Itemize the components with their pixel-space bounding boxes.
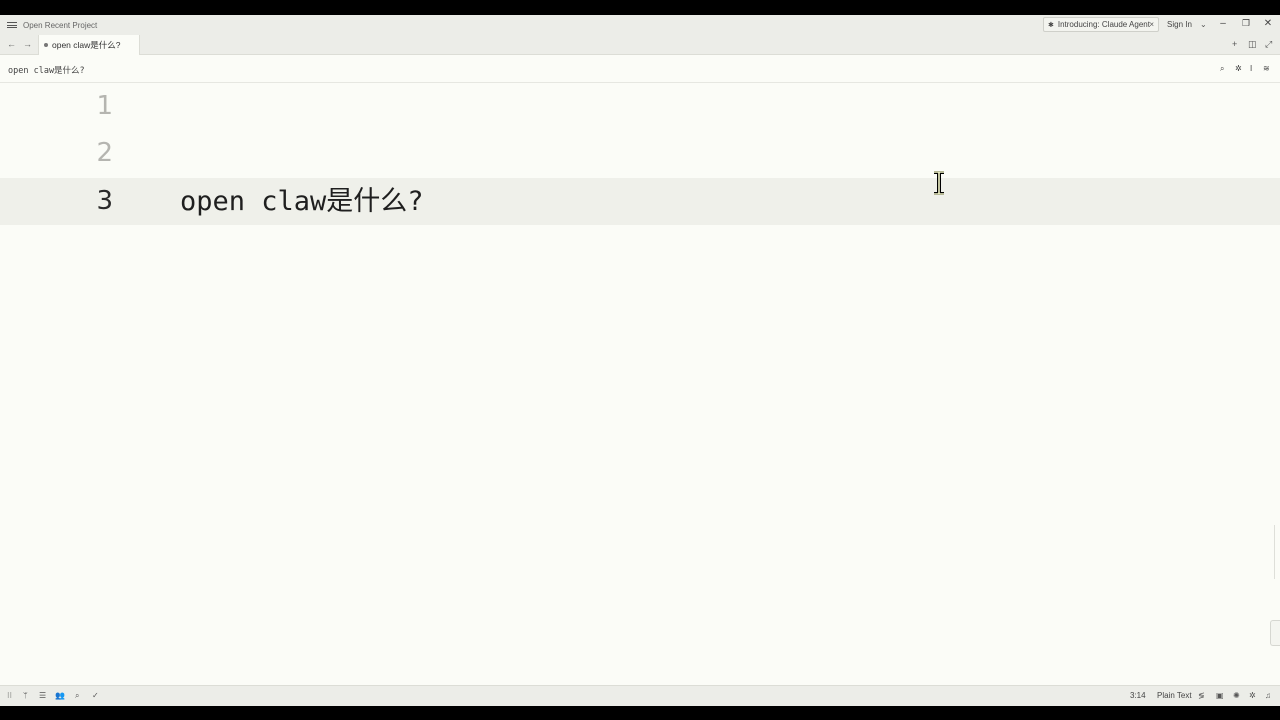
chevron-down-icon[interactable]: ⌄ [1200,20,1207,29]
debug-icon[interactable]: ✺ [1233,691,1240,700]
collaborators-icon[interactable]: 👥 [55,691,65,700]
editor-area[interactable]: 1 2 3 open claw是什么? [0,83,1280,685]
unsaved-dot-icon [44,43,48,47]
search-icon[interactable]: ⌕ [75,691,79,701]
format-icon[interactable]: ≶ [1198,691,1205,700]
title-bar: Open Recent Project ✱ Introducing: Claud… [0,15,1280,35]
tab-label: open claw是什么? [52,40,121,50]
project-panel-icon[interactable]: ⁝⁝ [7,691,12,700]
git-branch-icon[interactable]: ᛘ [23,691,28,700]
editor-line[interactable]: 2 [0,130,1280,177]
breadcrumb: open claw是什么? ⌕ ✲ I ≋ [0,55,1280,83]
cursor-position[interactable]: 3:14 [1130,691,1146,700]
settings-sliders-icon[interactable]: ≋ [1263,64,1270,73]
minimize-button[interactable]: – [1217,18,1229,29]
notification-bell-icon[interactable]: ♫ [1265,691,1271,700]
line-text[interactable]: open claw是什么? [180,178,424,225]
tab-file[interactable]: open claw是什么? [38,35,140,55]
sparkle-icon: ✱ [1048,21,1054,29]
scrollbar-thumb[interactable] [1270,620,1280,646]
status-bar: ⁝⁝ ᛘ ☰ 👥 ⌕ ✓ 3:14 Plain Text ≶ ▣ ✺ ✲ ♫ [0,685,1280,706]
scrollbar-track[interactable] [1274,525,1280,579]
terminal-icon[interactable]: ▣ [1216,691,1224,700]
open-recent-project-button[interactable]: Open Recent Project [23,21,97,30]
tab-bar: ← → open claw是什么? + ◫ ⤢ [0,35,1280,55]
assistant-icon[interactable]: ✲ [1249,691,1256,700]
line-number: 1 [96,91,113,121]
editor-window: Open Recent Project ✱ Introducing: Claud… [0,15,1280,706]
outline-icon[interactable]: ☰ [39,691,46,700]
text-cursor-pointer-icon [934,171,944,195]
close-icon[interactable]: × [1149,20,1154,29]
split-pane-icon[interactable]: ◫ [1248,39,1257,50]
checkmark-icon[interactable]: ✓ [92,691,99,700]
announcement-banner[interactable]: ✱ Introducing: Claude Agent × [1043,17,1159,32]
announcement-text: Introducing: Claude Agent [1057,20,1150,29]
back-arrow-icon[interactable]: ← [7,39,16,49]
line-number: 2 [96,138,113,168]
restore-button[interactable]: ❐ [1240,18,1252,29]
plus-icon[interactable]: + [1232,39,1237,49]
text-cursor-icon[interactable]: I [1250,64,1252,73]
assistant-icon[interactable]: ✲ [1235,64,1242,73]
breadcrumb-filename[interactable]: open claw是什么? [8,64,85,76]
editor-line-active[interactable]: 3 open claw是什么? [0,178,1280,225]
editor-line[interactable]: 1 [0,83,1280,130]
language-selector[interactable]: Plain Text [1157,691,1192,700]
close-window-button[interactable]: ✕ [1262,18,1274,29]
forward-arrow-icon[interactable]: → [23,39,32,49]
sign-in-button[interactable]: Sign In [1167,20,1192,29]
search-icon[interactable]: ⌕ [1220,64,1224,74]
line-number: 3 [96,186,113,216]
menu-icon[interactable] [7,22,17,28]
expand-icon[interactable]: ⤢ [1265,39,1272,50]
